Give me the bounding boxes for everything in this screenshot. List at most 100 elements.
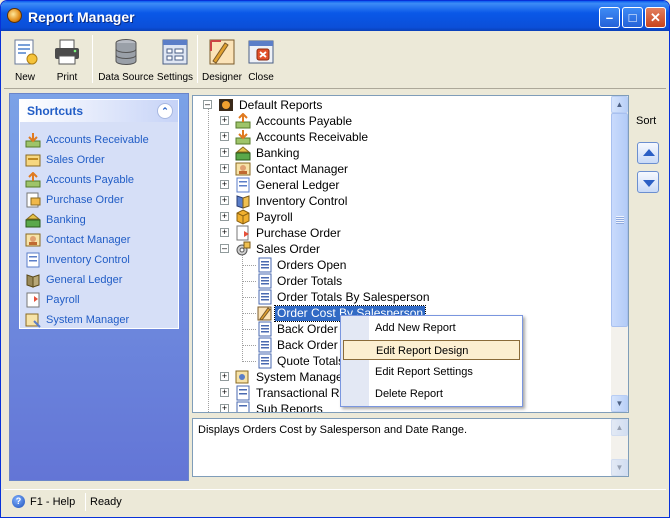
menu-item-edit-report-design[interactable]: Edit Report Design bbox=[343, 340, 520, 360]
report-icon bbox=[258, 321, 272, 337]
close-label: Close bbox=[248, 72, 274, 83]
reports-root-icon bbox=[219, 99, 233, 111]
scroll-up-button[interactable]: ▲ bbox=[611, 96, 628, 113]
maximize-button[interactable]: □ bbox=[622, 7, 643, 28]
menu-item-label: Edit Report Settings bbox=[375, 366, 473, 378]
accounts-payable-icon bbox=[235, 113, 251, 129]
data-source-label: Data Source bbox=[98, 72, 154, 83]
accounts-receivable-icon bbox=[235, 130, 251, 145]
settings-label: Settings bbox=[156, 72, 194, 83]
tree-scrollbar[interactable]: ▲ ▼ bbox=[611, 96, 628, 412]
title-bar[interactable]: Report Manager – □ ✕ bbox=[1, 1, 669, 31]
expand-toggle[interactable]: + bbox=[220, 116, 229, 125]
report-design-icon bbox=[257, 306, 272, 321]
report-icon bbox=[258, 273, 272, 289]
shortcut-label: Payroll bbox=[46, 294, 80, 306]
tree-connector bbox=[242, 297, 256, 298]
toolbar: New Print Data Source Settings Designer … bbox=[4, 31, 666, 87]
expand-toggle[interactable]: + bbox=[220, 404, 229, 412]
shortcut-label: Accounts Payable bbox=[46, 174, 135, 186]
minimize-button[interactable]: – bbox=[599, 7, 620, 28]
menu-item-add-new-report[interactable]: Add New Report bbox=[343, 318, 520, 338]
tree-node-label: Sales Order bbox=[256, 242, 321, 256]
data-source-button[interactable]: Data Source bbox=[97, 31, 155, 87]
expand-toggle[interactable]: + bbox=[220, 372, 229, 381]
shortcut-label: General Ledger bbox=[46, 274, 123, 286]
collapse-icon[interactable]: ⌃ bbox=[157, 103, 173, 119]
tree-connector bbox=[242, 329, 256, 330]
shortcut-label: Purchase Order bbox=[46, 194, 124, 206]
tree-node-label: System Manager bbox=[256, 370, 347, 384]
tree-node-label: Banking bbox=[256, 146, 300, 160]
report-description[interactable]: Displays Orders Cost by Salesperson and … bbox=[192, 418, 629, 477]
database-icon bbox=[115, 39, 137, 66]
menu-item-edit-report-settings[interactable]: Edit Report Settings bbox=[343, 362, 520, 382]
description-scrollbar[interactable]: ▲ ▼ bbox=[611, 419, 628, 476]
scroll-down-button[interactable]: ▼ bbox=[611, 459, 628, 476]
tree-node-label: General Ledger bbox=[256, 178, 340, 192]
help-hint: F1 - Help bbox=[30, 496, 76, 508]
menu-item-delete-report[interactable]: Delete Report bbox=[343, 384, 520, 404]
description-text: Displays Orders Cost by Salesperson and … bbox=[198, 424, 468, 436]
tree-node-label: Purchase Order bbox=[256, 226, 341, 240]
print-button[interactable]: Print bbox=[48, 31, 86, 87]
scroll-up-button[interactable]: ▲ bbox=[611, 419, 628, 436]
scroll-thumb[interactable] bbox=[611, 113, 628, 327]
banking-icon bbox=[235, 146, 251, 161]
new-report-icon bbox=[14, 39, 38, 65]
tree-node-label: Payroll bbox=[256, 210, 293, 224]
arrow-up-icon bbox=[643, 149, 655, 156]
collapse-toggle[interactable]: – bbox=[203, 100, 212, 109]
new-button[interactable]: New bbox=[6, 31, 44, 87]
app-icon bbox=[7, 8, 22, 23]
settings-button[interactable]: Settings bbox=[156, 31, 194, 87]
menu-item-label: Delete Report bbox=[375, 388, 443, 400]
close-report-button[interactable]: Close bbox=[243, 31, 279, 87]
expand-toggle[interactable]: + bbox=[220, 388, 229, 397]
expand-toggle[interactable]: + bbox=[220, 148, 229, 157]
collapse-toggle[interactable]: – bbox=[220, 244, 229, 253]
menu-item-label: Edit Report Design bbox=[376, 345, 469, 357]
payroll-icon bbox=[26, 292, 40, 308]
contact-manager-icon bbox=[235, 162, 251, 176]
print-label: Print bbox=[56, 72, 78, 83]
tree-node-label: Quote Totals bbox=[277, 354, 345, 368]
tree-connector bbox=[208, 108, 209, 412]
toolbar-separator bbox=[197, 35, 198, 83]
report-manager-window: Report Manager – □ ✕ New Print Data Sour… bbox=[0, 0, 670, 518]
inventory-control-icon bbox=[236, 195, 250, 209]
sort-down-button[interactable] bbox=[637, 171, 659, 193]
shortcuts-pane: Shortcuts ⌃ Accounts Receivable Sales Or… bbox=[9, 93, 189, 481]
toolbar-divider bbox=[4, 88, 666, 89]
expand-toggle[interactable]: + bbox=[220, 228, 229, 237]
designer-button[interactable]: Designer bbox=[200, 31, 244, 87]
expand-toggle[interactable]: + bbox=[220, 180, 229, 189]
sort-up-button[interactable] bbox=[637, 142, 659, 164]
shortcut-label: Accounts Receivable bbox=[46, 134, 149, 146]
tree-node-label: Inventory Control bbox=[256, 194, 348, 208]
printer-icon bbox=[55, 39, 79, 65]
purchase-order-icon bbox=[26, 192, 41, 208]
close-window-button[interactable]: ✕ bbox=[645, 7, 666, 28]
expand-toggle[interactable]: + bbox=[220, 164, 229, 173]
settings-icon bbox=[162, 39, 188, 65]
shortcuts-group: Shortcuts ⌃ Accounts Receivable Sales Or… bbox=[19, 99, 179, 329]
payroll-icon bbox=[236, 209, 250, 225]
tree-node-label: Orders Open bbox=[277, 258, 347, 272]
shortcuts-header[interactable]: Shortcuts ⌃ bbox=[20, 100, 178, 122]
banking-icon bbox=[25, 213, 41, 228]
contact-manager-icon bbox=[25, 233, 41, 247]
tree-node-label: Contact Manager bbox=[256, 162, 349, 176]
tree-connector bbox=[242, 313, 256, 314]
scroll-down-button[interactable]: ▼ bbox=[611, 395, 628, 412]
expand-toggle[interactable]: + bbox=[220, 212, 229, 221]
tree-node-label: Order Totals bbox=[277, 274, 343, 288]
expand-toggle[interactable]: + bbox=[220, 196, 229, 205]
report-icon bbox=[258, 289, 272, 305]
menu-item-label: Add New Report bbox=[375, 322, 456, 334]
tree-node-label: Back Order T bbox=[277, 322, 349, 336]
expand-toggle[interactable]: + bbox=[220, 132, 229, 141]
transactional-reports-icon bbox=[236, 385, 250, 401]
general-ledger-icon bbox=[236, 177, 250, 193]
tree-connector bbox=[242, 265, 256, 266]
